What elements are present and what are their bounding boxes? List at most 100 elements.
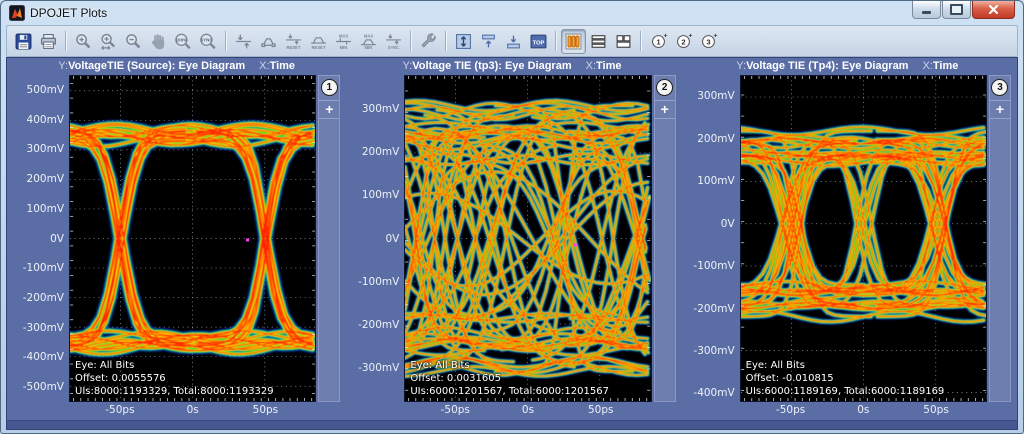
cursors-sync-button[interactable]: SYNC (381, 29, 406, 54)
print-button[interactable] (36, 29, 61, 54)
x-axis-prefix: X: (922, 60, 932, 72)
y-tick-label: 0V (721, 218, 735, 230)
save-button[interactable] (11, 29, 36, 54)
y-tick-label: 200mV (697, 133, 734, 145)
y-tick-label: 300mV (362, 103, 399, 115)
layout-columns-button[interactable] (561, 29, 586, 54)
dpojet-plots-window: DPOJET Plots (0, 0, 1024, 434)
x-tick-label: -50ps (105, 404, 134, 416)
x-axis-title: Time (596, 60, 621, 72)
horizontal-cursors-maxmin-button[interactable]: MAX MIN (356, 29, 381, 54)
zoom-horizontal-button[interactable] (96, 29, 121, 54)
zoom-100-button[interactable]: 100% (171, 29, 196, 54)
plots-content: Y:VoltageTIE (Source): Eye DiagramX:Time… (6, 57, 1018, 430)
max-label: MAX (339, 33, 349, 38)
plot-title: Voltage TIE (Tp4): Eye Diagram (746, 60, 908, 72)
y-tick-label: 100mV (362, 189, 399, 201)
plus-label: + (663, 33, 667, 40)
dock-top-button[interactable] (476, 29, 501, 54)
eye-diagram-plot[interactable]: Eye: All Bits Offset: -0.010815 UIs:6000… (740, 75, 987, 402)
x-axis-labels: -50ps 0s 50ps (69, 402, 316, 420)
y-tick-label: 200mV (362, 146, 399, 158)
plot-header: Y:Voltage TIE (tp3): Eye DiagramX:Time (348, 60, 675, 75)
vertical-cursors-maxmin-button[interactable]: MAXMIN (331, 29, 356, 54)
y-tick-label: -200mV (693, 303, 734, 315)
plus-label: + (688, 33, 692, 40)
window-title: DPOJET Plots (30, 6, 107, 20)
close-button[interactable] (972, 1, 1015, 19)
expand-vertical-button[interactable] (451, 29, 476, 54)
close-icon (988, 4, 999, 15)
zoom-sync-label: SYNC (200, 37, 213, 42)
top-view-button[interactable]: TOP (526, 29, 551, 54)
x-tick-label: -50ps (441, 404, 470, 416)
add-measurement-button[interactable]: + (319, 100, 339, 119)
maximize-button[interactable] (942, 1, 971, 19)
status-strip (7, 420, 1017, 429)
new-plot-1-button[interactable]: 1+ (646, 29, 671, 54)
eye-diagram-plot[interactable]: Eye: All Bits Offset: 0.0055576 UIs:8000… (69, 75, 316, 402)
pan-button[interactable] (146, 29, 171, 54)
min-label: MIN (365, 45, 373, 50)
minimize-icon (922, 11, 931, 14)
y-axis-prefix: Y: (736, 60, 746, 72)
toolbar-separator (225, 31, 227, 51)
y-tick-label: -100mV (358, 276, 399, 288)
horizontal-cursors-button[interactable] (256, 29, 281, 54)
add-measurement-button[interactable]: + (990, 100, 1010, 119)
dock-bottom-button[interactable] (501, 29, 526, 54)
x-tick-label: 0s (187, 404, 199, 416)
y-axis-labels: 500mV400mV300mV200mV100mV0V-100mV-200mV-… (13, 75, 69, 402)
y-tick-label: 100mV (697, 175, 734, 187)
new-plot-3-button[interactable]: 3+ (696, 29, 721, 54)
minimize-button[interactable] (912, 1, 941, 19)
y-tick-label: 300mV (697, 90, 734, 102)
zoom-sync-button[interactable]: SYNC (196, 29, 221, 54)
plot-number-badge: 3 (991, 79, 1008, 96)
x-axis-title: Time (933, 60, 958, 72)
vertical-cursors-reset-button[interactable]: RESET (281, 29, 306, 54)
y-tick-label: 100mV (27, 203, 64, 215)
plot-panels: Y:VoltageTIE (Source): Eye DiagramX:Time… (7, 58, 1017, 420)
x-axis-labels: -50ps 0s 50ps (740, 402, 987, 420)
plot-panel-tp4: Y:Voltage TIE (Tp4): Eye Diagram X:Time 3… (684, 60, 1011, 420)
plot-control-strip: 2 + (654, 75, 676, 402)
zoom-in-button[interactable] (71, 29, 96, 54)
horizontal-cursors-reset-button[interactable]: RESET (306, 29, 331, 54)
x-axis-labels: -50ps 0s 50ps (404, 402, 651, 420)
x-tick-label: 0s (857, 404, 869, 416)
titlebar[interactable]: DPOJET Plots (6, 1, 1018, 25)
y-tick-label: 500mV (27, 84, 64, 96)
x-tick-label: 0s (522, 404, 534, 416)
toolbar: 100% SYNC RESET RESET MAXMIN MAXMIN SYNC (6, 25, 1018, 57)
top-label: TOP (533, 40, 545, 46)
layout-rows-button[interactable] (586, 29, 611, 54)
eye-diagram-plot[interactable]: Eye: All Bits Offset: 0.0031605 UIs:6000… (404, 75, 651, 402)
y-tick-label: -300mV (23, 322, 64, 334)
x-tick-label: 50ps (923, 404, 949, 416)
zoom-out-button[interactable] (121, 29, 146, 54)
x-tick-label: 50ps (253, 404, 279, 416)
app-icon (9, 5, 25, 21)
eye-diagram-canvas (405, 76, 650, 401)
y-tick-label: -400mV (23, 351, 64, 363)
toolbar-separator (640, 31, 642, 51)
y-tick-label: -200mV (358, 319, 399, 331)
new-plot-2-button[interactable]: 2+ (671, 29, 696, 54)
configure-button[interactable] (416, 29, 441, 54)
layout-grid-button[interactable] (611, 29, 636, 54)
plot-header: Y:VoltageTIE (Source): Eye DiagramX:Time (13, 60, 340, 75)
toolbar-separator (410, 31, 412, 51)
y-tick-label: 0V (50, 233, 64, 245)
y-tick-label: 300mV (27, 143, 64, 155)
vertical-cursors-button[interactable] (231, 29, 256, 54)
max-label: MAX (364, 33, 374, 38)
add-measurement-button[interactable]: + (655, 100, 675, 119)
y-axis-labels: 300mV200mV100mV0V-100mV-200mV-300mV (348, 75, 404, 402)
x-tick-label: -50ps (776, 404, 805, 416)
y-tick-label: -300mV (693, 345, 734, 357)
plot-control-strip: 3 + (989, 75, 1011, 402)
plot-3-label: 3 (706, 37, 710, 46)
x-tick-label: 50ps (588, 404, 614, 416)
y-tick-label: 400mV (27, 114, 64, 126)
